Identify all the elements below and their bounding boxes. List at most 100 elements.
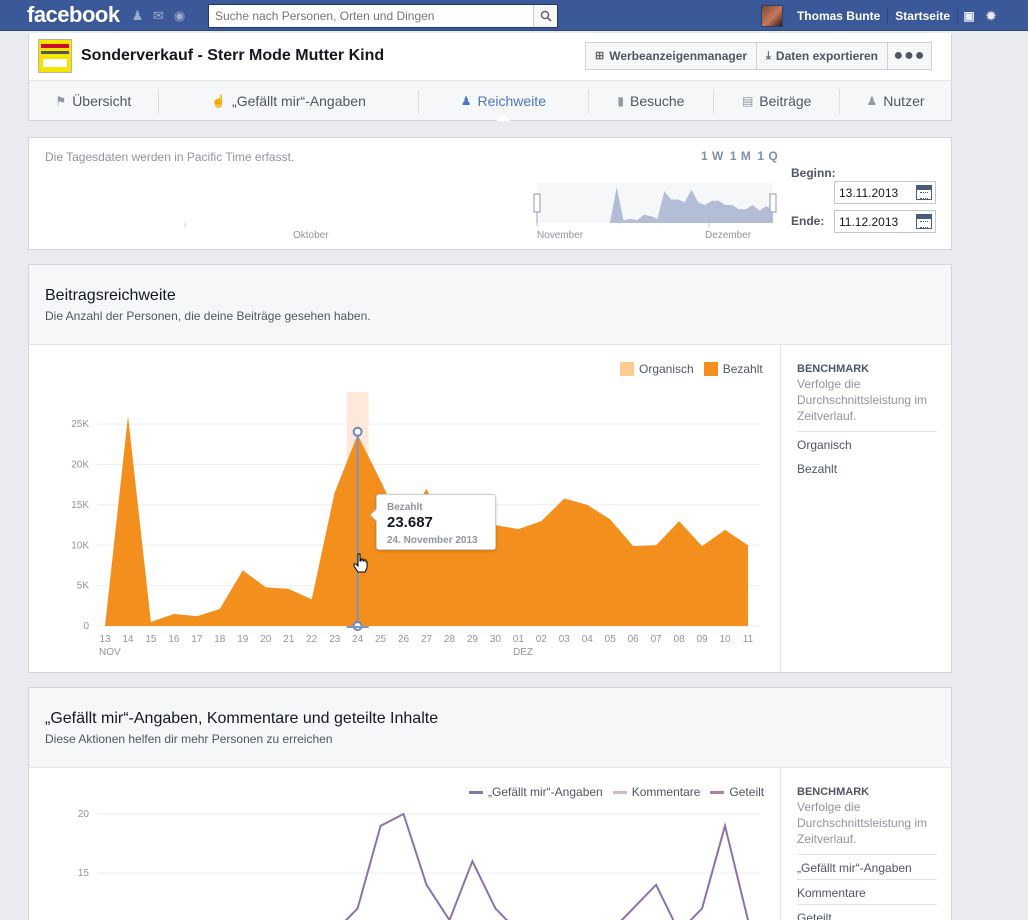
range-handle-left bbox=[533, 193, 541, 213]
engagement-subtitle: Diese Aktionen helfen dir mehr Personen … bbox=[45, 732, 333, 746]
date-range-card: Die Tagesdaten werden in Pacific Time er… bbox=[28, 137, 952, 250]
tab-visits[interactable]: ▮ Besuche bbox=[589, 81, 714, 120]
tab-posts[interactable]: ▤ Beiträge bbox=[714, 81, 839, 120]
people-icon: ♟ bbox=[460, 93, 472, 108]
export-data-label: Daten exportieren bbox=[775, 49, 878, 63]
thumbs-up-icon: ☝ bbox=[211, 93, 227, 108]
active-tab-caret bbox=[496, 114, 511, 121]
calendar-icon[interactable] bbox=[916, 185, 932, 200]
facebook-logo[interactable]: facebook bbox=[27, 2, 120, 28]
engagement-card: „Gefällt mir“-Angaben, Kommentare und ge… bbox=[28, 687, 952, 920]
engagement-legend: „Gefällt mir“-Angaben Kommentare Geteilt bbox=[469, 785, 764, 799]
month-label-october: Oktober bbox=[293, 230, 329, 241]
benchmark-item-likes[interactable]: „Gefällt mir“-Angaben bbox=[797, 854, 937, 875]
legend-paid[interactable]: Bezahlt bbox=[703, 362, 763, 376]
messages-icon[interactable]: ✉ bbox=[150, 8, 167, 23]
legend-label: Geteilt bbox=[729, 785, 765, 799]
post-reach-subtitle: Die Anzahl der Personen, die deine Beitr… bbox=[45, 309, 371, 323]
external-link-icon: ⊞ bbox=[595, 50, 605, 62]
logo-stripe bbox=[41, 51, 69, 54]
tab-label: Nutzer bbox=[883, 92, 925, 109]
range-timeline[interactable] bbox=[29, 138, 953, 251]
tooltip-series: Bezahlt bbox=[387, 502, 423, 513]
legend-swatch bbox=[612, 790, 627, 794]
end-date-input[interactable] bbox=[835, 211, 911, 232]
tab-label: Reichweite bbox=[477, 92, 546, 109]
tooltip-value: 23.687 bbox=[387, 514, 433, 531]
user-name-link[interactable]: Thomas Bunte bbox=[790, 6, 887, 27]
tooltip-date: 24. November 2013 bbox=[387, 535, 478, 546]
top-bar: facebook ♟ ✉ ◉ Thomas Bunte Startseite ▣… bbox=[0, 0, 1028, 31]
end-label: Ende: bbox=[791, 214, 825, 228]
home-link[interactable]: Startseite bbox=[888, 6, 957, 27]
post-reach-card: Beitragsreichweite Die Anzahl der Person… bbox=[28, 264, 952, 673]
legend-label: „Gefällt mir“-Angaben bbox=[488, 785, 603, 799]
benchmark-title: BENCHMARK bbox=[797, 786, 870, 798]
begin-date-field bbox=[834, 181, 936, 204]
month-label-december: Dezember bbox=[705, 230, 752, 241]
posts-icon: ▤ bbox=[741, 93, 754, 108]
benchmark-panel: BENCHMARK Verfolge die Durchschnittsleis… bbox=[780, 345, 951, 672]
begin-date-input[interactable] bbox=[835, 182, 911, 203]
month-label-november: November bbox=[537, 230, 584, 241]
benchmark-item-paid[interactable]: Bezahlt bbox=[797, 456, 937, 476]
legend-swatch bbox=[469, 790, 483, 794]
logo-stripe bbox=[43, 59, 67, 67]
friend-requests-icon[interactable]: ♟ bbox=[129, 8, 146, 23]
more-options-button[interactable]: ●●● bbox=[886, 42, 932, 70]
legend-comments[interactable]: Kommentare bbox=[612, 785, 701, 799]
legend-shares[interactable]: Geteilt bbox=[710, 785, 764, 799]
notification-jewels: ♟ ✉ ◉ bbox=[129, 8, 188, 23]
search-input[interactable] bbox=[209, 5, 535, 27]
hand-cursor-icon bbox=[353, 553, 368, 573]
benchmark-item-organic[interactable]: Organisch bbox=[797, 431, 937, 452]
insights-tabs: ⚑ Übersicht ☝ „Gefällt mir“-Angaben ♟ Reich… bbox=[29, 80, 951, 121]
tab-label: Beiträge bbox=[759, 92, 812, 109]
tab-reach[interactable]: ♟ Reichweite bbox=[419, 81, 587, 121]
post-reach-legend: Organisch Bezahlt bbox=[620, 362, 763, 376]
legend-swatch bbox=[703, 362, 718, 376]
legend-likes[interactable]: „Gefällt mir“-Angaben bbox=[469, 785, 603, 799]
users-icon: ♟ bbox=[866, 93, 878, 108]
calendar-icon[interactable] bbox=[916, 214, 932, 229]
benchmark-item-shares[interactable]: Geteilt bbox=[797, 904, 937, 920]
bar-chart-icon: ▮ bbox=[617, 93, 624, 108]
search-button[interactable] bbox=[533, 5, 557, 27]
legend-swatch bbox=[620, 362, 634, 376]
tab-likes[interactable]: ☝ „Gefällt mir“-Angaben bbox=[159, 81, 418, 120]
benchmark-title: BENCHMARK bbox=[797, 363, 870, 375]
ads-manager-button[interactable]: ⊞ Werbeanzeigenmanager bbox=[585, 42, 758, 70]
chart-tooltip: Bezahlt 23.687 24. November 2013 bbox=[370, 494, 496, 550]
legend-swatch bbox=[710, 790, 725, 794]
flag-icon: ⚑ bbox=[55, 93, 67, 108]
begin-label: Beginn: bbox=[791, 166, 836, 180]
privacy-lock-icon[interactable]: ▣ bbox=[958, 9, 980, 23]
end-date-field bbox=[834, 210, 936, 233]
benchmark-panel: BENCHMARK Verfolge die Durchschnittsleis… bbox=[780, 768, 951, 920]
top-right-nav: Thomas Bunte Startseite ▣ ✹ bbox=[760, 5, 1002, 27]
tab-people[interactable]: ♟ Nutzer bbox=[840, 81, 951, 120]
right-margin bbox=[968, 31, 1028, 920]
ads-manager-label: Werbeanzeigenmanager bbox=[609, 49, 748, 63]
benchmark-description: Verfolge die Durchschnittsleistung im Ze… bbox=[797, 800, 928, 846]
search-box bbox=[208, 4, 558, 28]
user-avatar[interactable] bbox=[760, 5, 783, 27]
benchmark-description: Verfolge die Durchschnittsleistung im Ze… bbox=[797, 377, 928, 423]
settings-gear-icon[interactable]: ✹ bbox=[980, 9, 1002, 23]
legend-organic[interactable]: Organisch bbox=[620, 362, 694, 376]
engagement-header: „Gefällt mir“-Angaben, Kommentare und ge… bbox=[29, 688, 951, 768]
legend-label: Kommentare bbox=[631, 785, 701, 799]
page-profile-picture[interactable] bbox=[38, 39, 72, 73]
tab-label: „Gefällt mir“-Angaben bbox=[232, 92, 366, 109]
tab-overview[interactable]: ⚑ Übersicht bbox=[29, 81, 158, 120]
download-icon: ⤓ bbox=[766, 50, 771, 62]
notifications-globe-icon[interactable]: ◉ bbox=[171, 8, 188, 23]
benchmark-item-comments[interactable]: Kommentare bbox=[797, 879, 937, 900]
search-icon bbox=[540, 10, 552, 22]
tab-label: Übersicht bbox=[72, 92, 132, 109]
page-header: Sonderverkauf - Sterr Mode Mutter Kind ⊞… bbox=[28, 33, 952, 121]
engagement-title: „Gefällt mir“-Angaben, Kommentare und ge… bbox=[45, 710, 439, 727]
post-reach-title: Beitragsreichweite bbox=[45, 287, 176, 304]
export-data-button[interactable]: ⤓ Daten exportieren bbox=[756, 42, 888, 70]
page-title[interactable]: Sonderverkauf - Sterr Mode Mutter Kind bbox=[81, 47, 384, 65]
